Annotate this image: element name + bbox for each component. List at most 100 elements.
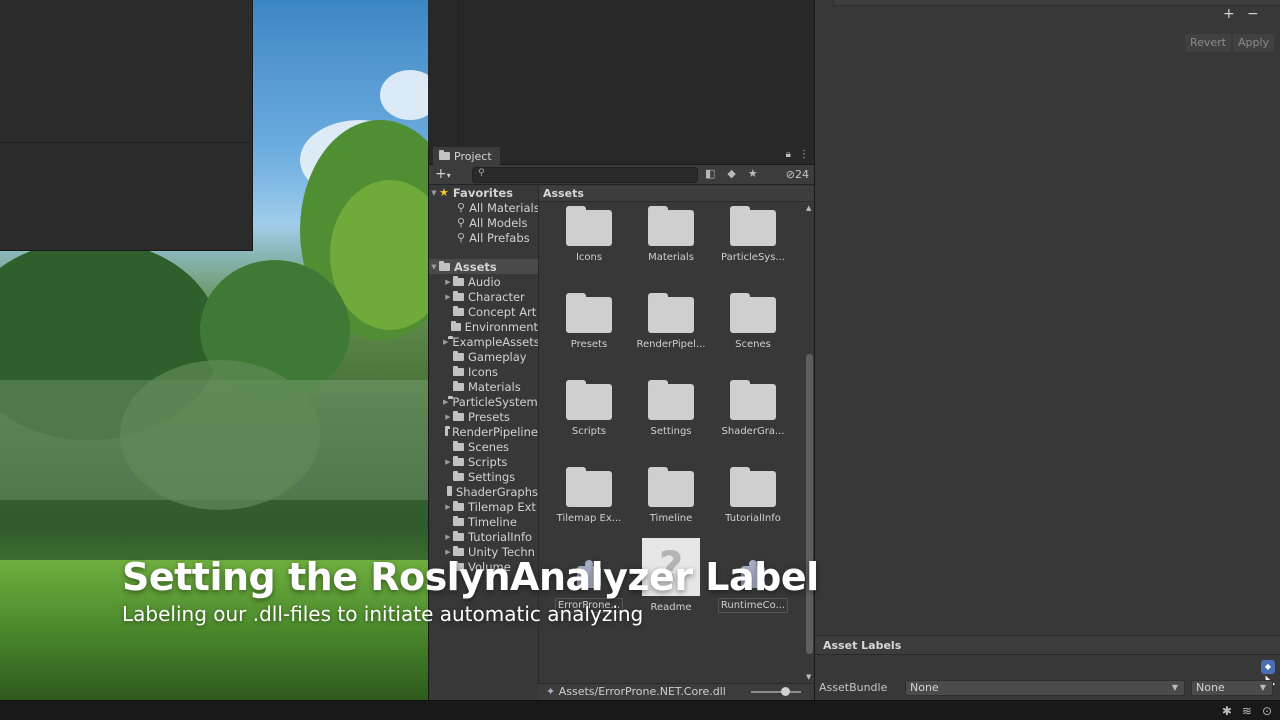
tree-folder-item[interactable]: ▶ ExampleAssets [429,334,538,349]
asset-item[interactable]: Timeline [630,467,712,524]
star-icon[interactable]: ★ [748,167,758,180]
add-item-button[interactable]: + [1223,6,1235,22]
favorite-item[interactable]: ⚲ All Models [429,215,538,230]
scroll-thumb[interactable] [806,354,813,654]
expand-arrow-icon[interactable]: ▼ [429,189,439,197]
tree-folder-item[interactable]: Materials [429,379,538,394]
tree-folder-item[interactable]: Concept Art [429,304,538,319]
asset-item[interactable]: TutorialInfo [712,467,794,524]
asset-item-label: Presets [570,339,608,350]
asset-bundle-select[interactable]: None ▼ [905,680,1185,696]
expand-arrow-icon[interactable]: ▶ [443,278,453,286]
tree-folder-item[interactable]: ▶ Tilemap Ext [429,499,538,514]
tree-folder-item[interactable]: Icons [429,364,538,379]
asset-bundle-variant-select[interactable]: None ▼ [1191,680,1273,696]
label-icon[interactable]: ◆ [727,167,735,180]
asset-item[interactable]: Presets [548,293,630,350]
asset-item[interactable]: ParticleSys... [712,206,794,263]
folder-icon [730,206,776,246]
toolbar-icons: ◧ ◆ ★ [705,167,758,180]
tree-folder-item[interactable]: Environment [429,319,538,334]
folder-icon [566,293,612,333]
folder-icon [648,293,694,333]
search-icon: ⚲ [478,168,485,178]
tree-folder-item[interactable]: Scenes [429,439,538,454]
tree-favorites[interactable]: ▼ ★ Favorites [429,186,538,200]
tree-assets-root[interactable]: ▼ Assets [429,259,538,274]
tree-folder-item[interactable]: ▶ Character [429,289,538,304]
search-input[interactable]: ⚲ [472,167,698,183]
icon-size-slider[interactable] [751,687,801,696]
asset-item[interactable]: ShaderGra... [712,380,794,437]
asset-item-label: Materials [648,252,694,263]
folder-icon [453,455,464,466]
asset-item[interactable]: Icons [548,206,630,263]
selected-path: Assets/ErrorProne.NET.Core.dll [558,685,726,698]
folder-icon [453,515,464,526]
assets-root-label: Assets [454,259,497,274]
apply-button[interactable]: Apply [1233,34,1275,52]
expand-arrow-icon[interactable]: ▶ [443,413,453,421]
asset-item[interactable]: Scenes [712,293,794,350]
tag-icon[interactable]: ◆ [1261,660,1275,674]
tree-folder-label: Timeline [468,514,517,529]
tree-folder-item[interactable]: ▶ ParticleSystems [429,394,538,409]
revert-button[interactable]: Revert [1185,34,1232,52]
layers-icon[interactable]: ≋ [1242,704,1252,718]
scroll-down-icon[interactable]: ▼ [806,673,811,681]
slider-knob[interactable] [781,687,790,696]
folder-icon [447,485,452,496]
favorite-item[interactable]: ⚲ All Materials [429,200,538,215]
tree-folder-item[interactable]: Timeline [429,514,538,529]
expand-arrow-icon[interactable]: ▼ [429,263,439,271]
folder-icon [453,440,464,451]
bug-icon[interactable]: ✱ [1222,704,1232,718]
tree-folder-label: Character [468,289,525,304]
kebab-menu-icon[interactable]: ⋮ [799,149,809,160]
tree-folder-label: TutorialInfo [468,529,533,544]
tree-folder-item[interactable]: RenderPipeline [429,424,538,439]
tree-folder-item[interactable]: ▶ TutorialInfo [429,529,538,544]
folder-icon [648,380,694,420]
tree-folder-item[interactable]: ▶ Presets [429,409,538,424]
create-button[interactable]: +▾ [435,167,461,183]
tree-folder-item[interactable]: Gameplay [429,349,538,364]
scroll-up-icon[interactable]: ▲ [806,204,811,212]
asset-labels-header[interactable]: Asset Labels [815,635,1280,655]
asset-item[interactable]: Settings [630,380,712,437]
expand-arrow-icon[interactable]: ▶ [443,398,448,406]
tab-project-label: Project [454,149,492,163]
inspector-panel: + − Revert Apply Asset Labels ◆ AssetBun… [814,0,1280,700]
favorite-item[interactable]: ⚲ All Prefabs [429,230,538,245]
tree-folder-item[interactable]: ▶ Audio [429,274,538,289]
expand-arrow-icon[interactable]: ▶ [443,293,453,301]
search-icon: ⚲ [457,216,466,229]
filter-icon[interactable]: ◧ [705,167,715,180]
folder-icon [453,275,464,286]
tree-folder-item[interactable]: ▶ Scripts [429,454,538,469]
asset-item[interactable]: Materials [630,206,712,263]
check-icon[interactable]: ⊙ [1262,704,1272,718]
folder-icon [445,425,450,436]
expand-arrow-icon[interactable]: ▶ [443,338,448,346]
hidden-packages-toggle[interactable]: ⊘24 [786,168,809,181]
tree-folder-item[interactable]: ShaderGraphs [429,484,538,499]
tree-folder-label: Tilemap Ext [468,499,536,514]
asset-item[interactable]: RenderPipel... [630,293,712,350]
tree-folder-label: Audio [468,274,501,289]
tree-folder-label: Environment [464,319,538,334]
folder-icon [453,350,464,361]
tree-folder-label: Gameplay [468,349,527,364]
tab-project[interactable]: Project [433,147,500,165]
expand-arrow-icon[interactable]: ▶ [443,458,453,466]
tree-folder-label: Materials [468,379,521,394]
tree-folder-label: Settings [468,469,516,484]
expand-arrow-icon[interactable]: ▶ [443,533,453,541]
asset-item[interactable]: Tilemap Ex... [548,467,630,524]
tree-folder-item[interactable]: Settings [429,469,538,484]
lock-icon[interactable]: 🔒︎ [786,149,791,160]
plus-icon: + [435,166,447,182]
asset-item[interactable]: Scripts [548,380,630,437]
expand-arrow-icon[interactable]: ▶ [443,503,453,511]
remove-item-button[interactable]: − [1247,6,1259,22]
